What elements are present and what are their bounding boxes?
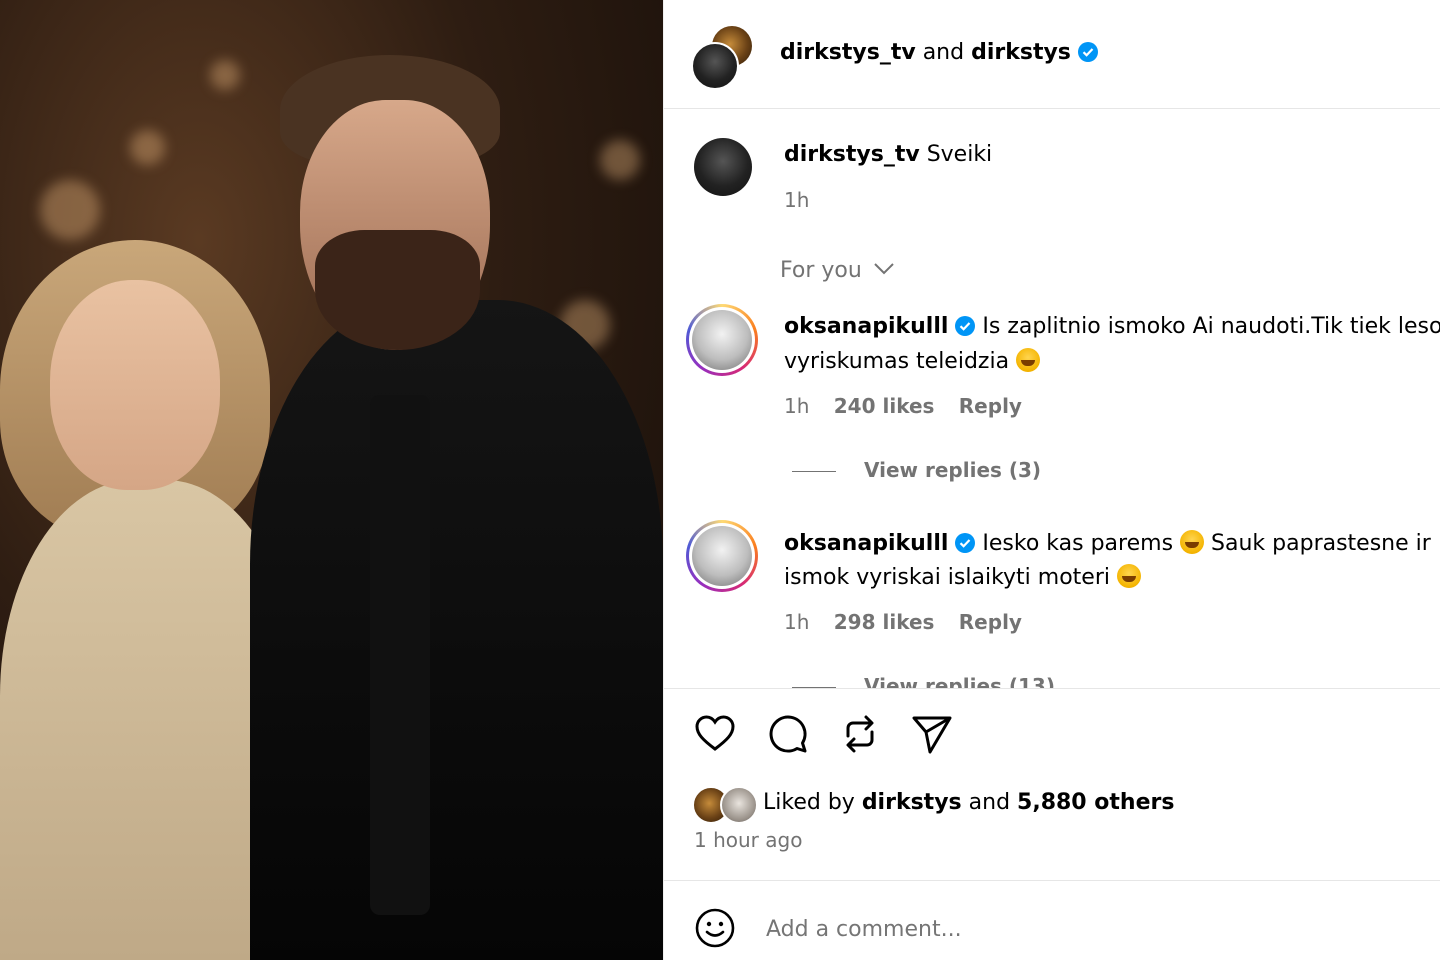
header-user1[interactable]: dirkstys_tv <box>780 40 916 65</box>
comment2-line2: ismok vyriskai islaikyti moteri <box>784 564 1141 590</box>
like-button[interactable] <box>693 712 737 756</box>
comment1-meta: 1h 240 likes Reply <box>784 394 1022 418</box>
divider <box>664 880 1440 881</box>
header-user2[interactable]: dirkstys <box>971 40 1071 65</box>
smiley-icon <box>695 908 735 948</box>
chevron-down-icon <box>874 263 894 275</box>
comment-icon <box>769 715 807 753</box>
comment1-line1: oksanapikulll Is zaplitnio ismoko Ai nau… <box>784 314 1440 339</box>
comment1-text2: vyriskumas teleidzia <box>784 349 1010 374</box>
share-button[interactable] <box>910 712 954 756</box>
caption-text: Sveiki <box>926 142 993 167</box>
caption-avatar[interactable] <box>694 138 752 196</box>
comment1-username[interactable]: oksanapikulll <box>784 314 948 339</box>
liked-by-line: Liked by dirkstys and 5,880 others <box>763 790 1174 815</box>
caption-time: 1h <box>784 188 810 212</box>
comment1-view-replies[interactable]: View replies (3) <box>864 458 1041 482</box>
comment2-reply-button[interactable]: Reply <box>959 610 1022 634</box>
header-users: dirkstys_tv and dirkstys <box>780 40 1098 65</box>
comment-button[interactable] <box>766 712 810 756</box>
caption-line: dirkstys_tv Sveiki <box>784 142 992 167</box>
comment1-likes[interactable]: 240 likes <box>834 394 935 418</box>
verified-icon <box>955 533 976 553</box>
comment2-time: 1h <box>784 610 810 634</box>
caption-username[interactable]: dirkstys_tv <box>784 142 920 167</box>
verified-icon <box>955 316 976 336</box>
liked-by-others[interactable]: 5,880 others <box>1017 790 1174 815</box>
comment1-line2: vyriskumas teleidzia <box>784 348 1041 374</box>
comment1-text1: Is zaplitnio ismoko Ai naudoti.Tik tiek … <box>982 314 1440 339</box>
grinning-sweat-emoji <box>1117 564 1141 588</box>
post-photo[interactable] <box>0 0 663 960</box>
repost-button[interactable] <box>838 712 882 756</box>
send-icon <box>912 716 952 754</box>
comment2-text1b: Sauk paprastesne ir <box>1211 531 1431 556</box>
liked-avatar-2[interactable] <box>720 786 758 824</box>
heart-icon <box>695 715 735 751</box>
liked-by-prefix: Liked by <box>763 790 855 815</box>
sort-dropdown[interactable]: For you <box>780 258 895 283</box>
post-header: dirkstys_tv and dirkstys <box>664 0 1440 109</box>
verified-icon <box>1077 42 1098 62</box>
comment1-avatar[interactable] <box>686 304 758 376</box>
comments-list[interactable]: dirkstys_tv Sveiki 1h For you oksanapiku… <box>664 108 1440 689</box>
comment-input[interactable] <box>764 908 1408 950</box>
comment2-line1: oksanapikulll Iesko kas parems Sauk papr… <box>784 530 1431 556</box>
repost-icon <box>846 715 874 753</box>
comment1-time: 1h <box>784 394 810 418</box>
comment2-meta: 1h 298 likes Reply <box>784 610 1022 634</box>
comment2-avatar[interactable] <box>686 520 758 592</box>
grinning-sweat-emoji <box>1180 530 1205 554</box>
comment2-username[interactable]: oksanapikulll <box>784 531 948 556</box>
header-conj: and <box>922 40 965 65</box>
comment2-view-replies[interactable]: View replies (13) <box>864 674 1055 688</box>
liked-by-and: and <box>968 790 1011 815</box>
comment2-text2: ismok vyriskai islaikyti moteri <box>784 565 1110 590</box>
post-side-panel: dirkstys_tv and dirkstys dirkstys_tv Sve… <box>663 0 1440 960</box>
view-replies-line <box>792 471 836 472</box>
grinning-sweat-emoji <box>1016 348 1041 372</box>
emoji-button[interactable] <box>693 906 737 950</box>
sort-label: For you <box>780 258 862 283</box>
post-time[interactable]: 1 hour ago <box>694 828 802 852</box>
comment2-likes[interactable]: 298 likes <box>834 610 935 634</box>
liked-by-user[interactable]: dirkstys <box>862 790 962 815</box>
view-replies-line <box>792 687 836 688</box>
avatar-dirkstys-tv[interactable] <box>691 42 739 90</box>
comment1-reply-button[interactable]: Reply <box>959 394 1022 418</box>
comment2-text1a: Iesko kas parems <box>982 531 1174 556</box>
